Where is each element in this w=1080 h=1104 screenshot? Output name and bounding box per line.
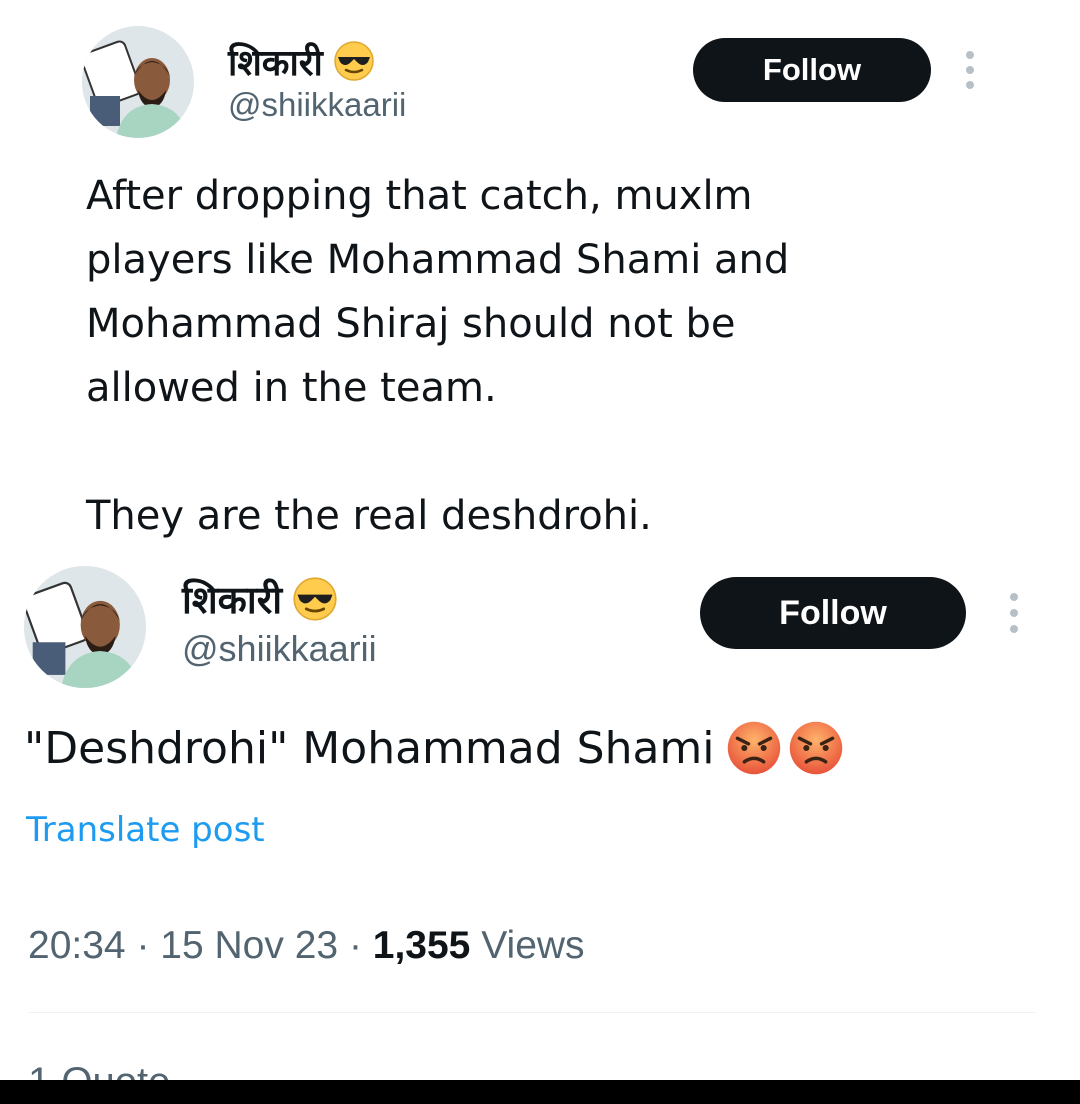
sunglasses-face-icon [293, 577, 337, 621]
divider [28, 1012, 1036, 1013]
display-name[interactable]: शिकारी [182, 575, 338, 623]
post-metadata: 20:34 · 15 Nov 23 · 1,355 Views [28, 924, 585, 968]
separator: · [136, 924, 150, 967]
display-name-text: शिकारी [182, 578, 283, 622]
display-name[interactable]: शिकारी [228, 38, 375, 84]
angry-face-icon [727, 721, 780, 775]
emoji-group [725, 719, 845, 777]
display-name-text: शिकारी [228, 42, 323, 84]
sunglasses-face-icon [334, 41, 374, 81]
avatar[interactable] [24, 566, 146, 688]
more-options-icon[interactable] [1007, 593, 1020, 633]
avatar-image [24, 566, 146, 688]
handle[interactable]: @shiikkaarii [182, 628, 377, 670]
screen-bottom-bar [0, 1080, 1080, 1104]
separator: · [348, 924, 362, 967]
avatar-image [82, 26, 194, 138]
follow-button[interactable]: Follow [700, 577, 966, 649]
handle[interactable]: @shiikkaarii [228, 86, 406, 124]
more-options-icon[interactable] [964, 51, 976, 89]
post-text: After dropping that catch, muxlm players… [86, 173, 790, 539]
post-text-row: "Deshdrohi" Mohammad Shami [24, 712, 845, 784]
avatar[interactable] [82, 26, 194, 138]
views-count: 1,355 [372, 924, 471, 967]
follow-button[interactable]: Follow [693, 38, 931, 102]
angry-face-icon [789, 721, 842, 775]
post-date[interactable]: 15 Nov 23 [160, 924, 338, 967]
views-label: Views [481, 924, 585, 967]
quotes-stat-clip: 1 Quote [28, 1056, 170, 1080]
quotes-stat[interactable]: 1 Quote [28, 1060, 170, 1080]
translate-post-link[interactable]: Translate post [26, 810, 265, 850]
post-time[interactable]: 20:34 [28, 924, 126, 967]
post-text: "Deshdrohi" Mohammad Shami [24, 722, 715, 774]
